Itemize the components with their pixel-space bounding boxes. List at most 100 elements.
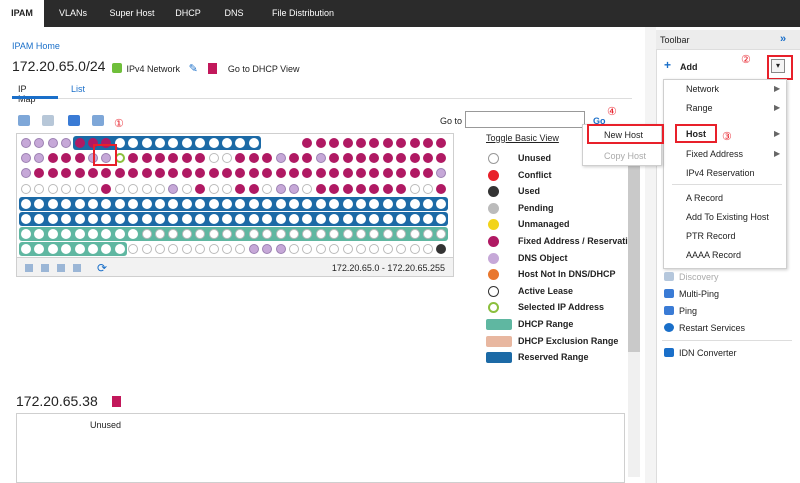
tab-list[interactable]: List xyxy=(71,84,85,94)
ip-address-dot[interactable] xyxy=(409,138,420,148)
ip-address-dot[interactable] xyxy=(168,183,179,194)
ip-address-dot[interactable] xyxy=(195,153,206,164)
ip-address-dot[interactable] xyxy=(195,183,206,194)
ip-address-dot[interactable] xyxy=(382,229,393,240)
ip-address-dot[interactable] xyxy=(74,244,85,255)
ip-address-dot[interactable] xyxy=(74,153,85,164)
ip-address-dot[interactable] xyxy=(289,138,299,148)
ip-address-dot[interactable] xyxy=(141,138,152,148)
ip-address-dot[interactable] xyxy=(47,153,58,164)
menu-fixed-address[interactable]: Fixed Address xyxy=(686,149,743,159)
ip-address-dot[interactable] xyxy=(275,198,286,209)
ip-address-dot[interactable] xyxy=(74,214,85,224)
ip-address-dot[interactable] xyxy=(262,153,273,164)
ip-address-dot[interactable] xyxy=(141,153,152,164)
ip-address-dot[interactable] xyxy=(21,198,31,209)
ip-address-dot[interactable] xyxy=(88,214,98,224)
ip-address-dot[interactable] xyxy=(342,198,353,209)
ip-address-dot[interactable] xyxy=(356,138,366,148)
ip-address-dot[interactable] xyxy=(47,214,58,224)
ip-address-dot[interactable] xyxy=(423,198,433,209)
ip-address-dot[interactable] xyxy=(289,153,299,164)
delete-icon[interactable] xyxy=(92,115,104,126)
ip-address-dot[interactable] xyxy=(436,244,447,255)
ip-address-dot[interactable] xyxy=(423,153,433,164)
ip-address-dot[interactable] xyxy=(222,153,232,164)
ip-address-dot[interactable] xyxy=(181,168,192,179)
ip-address-dot[interactable] xyxy=(409,183,420,194)
ip-address-dot[interactable] xyxy=(396,138,407,148)
ip-address-dot[interactable] xyxy=(181,198,192,209)
ip-address-dot[interactable] xyxy=(342,183,353,194)
ip-address-dot[interactable] xyxy=(155,198,165,209)
ip-address-dot[interactable] xyxy=(208,138,219,148)
ip-address-dot[interactable] xyxy=(369,153,380,164)
ip-address-dot[interactable] xyxy=(114,168,125,179)
tab-ipam[interactable]: IPAM xyxy=(0,0,44,27)
ip-address-dot[interactable] xyxy=(275,168,286,179)
ip-address-dot[interactable] xyxy=(396,168,407,179)
ip-address-dot[interactable] xyxy=(369,168,380,179)
toolbar-multi-ping[interactable]: Multi-Ping xyxy=(664,289,719,299)
ip-address-dot[interactable] xyxy=(302,168,313,179)
ip-address-dot[interactable] xyxy=(155,214,165,224)
ip-address-dot[interactable] xyxy=(342,168,353,179)
breadcrumb[interactable]: IPAM Home xyxy=(12,41,60,51)
ip-address-dot[interactable] xyxy=(369,138,380,148)
ip-address-dot[interactable] xyxy=(409,244,420,255)
toolbar-discovery[interactable]: Discovery xyxy=(664,272,719,282)
tab-dhcp[interactable]: DHCP xyxy=(166,0,210,27)
ip-address-dot[interactable] xyxy=(396,153,407,164)
ip-address-dot[interactable] xyxy=(181,153,192,164)
ip-address-dot[interactable] xyxy=(315,138,326,148)
ip-address-dot[interactable] xyxy=(181,183,192,194)
ip-address-dot[interactable] xyxy=(101,183,112,194)
ip-address-dot[interactable] xyxy=(47,138,58,148)
ip-address-dot[interactable] xyxy=(114,183,125,194)
ip-address-dot[interactable] xyxy=(208,168,219,179)
ip-address-dot[interactable] xyxy=(155,183,165,194)
ip-address-dot[interactable] xyxy=(155,153,165,164)
ip-address-dot[interactable] xyxy=(181,229,192,240)
tab-super-host[interactable]: Super Host xyxy=(100,0,164,27)
ip-address-dot[interactable] xyxy=(315,153,326,164)
ip-address-dot[interactable] xyxy=(222,168,232,179)
ip-address-dot[interactable] xyxy=(74,138,85,148)
comment-icon[interactable] xyxy=(68,115,80,126)
ip-address-dot[interactable] xyxy=(222,138,232,148)
ip-address-dot[interactable] xyxy=(423,168,433,179)
dhcp-view-link[interactable]: Go to DHCP View xyxy=(228,64,300,74)
ip-address-dot[interactable] xyxy=(329,138,340,148)
tab-ip-map[interactable]: IP Map xyxy=(18,84,36,104)
edit-pencil-icon[interactable]: ✎ xyxy=(189,62,198,75)
ip-address-dot[interactable] xyxy=(289,244,299,255)
ip-address-dot[interactable] xyxy=(47,229,58,240)
ip-address-dot[interactable] xyxy=(262,244,273,255)
copy-icon[interactable] xyxy=(18,115,30,126)
ip-address-dot[interactable] xyxy=(409,168,420,179)
ip-address-dot[interactable] xyxy=(342,138,353,148)
ip-address-dot[interactable] xyxy=(141,198,152,209)
ip-address-dot[interactable] xyxy=(208,153,219,164)
ip-address-dot[interactable] xyxy=(61,198,72,209)
ip-address-dot[interactable] xyxy=(329,244,340,255)
ip-address-dot[interactable] xyxy=(423,214,433,224)
ip-address-dot[interactable] xyxy=(409,229,420,240)
ip-address-dot[interactable] xyxy=(128,198,139,209)
ip-address-dot[interactable] xyxy=(329,168,340,179)
ip-address-dot[interactable] xyxy=(128,244,139,255)
first-page-icon[interactable] xyxy=(25,264,33,272)
menu-ptr-record[interactable]: PTR Record xyxy=(686,231,736,241)
tab-vlans[interactable]: VLANs xyxy=(48,0,98,27)
ip-address-dot[interactable] xyxy=(382,168,393,179)
ip-address-dot[interactable] xyxy=(248,138,259,148)
tab-dns[interactable]: DNS xyxy=(212,0,256,27)
ip-address-dot[interactable] xyxy=(74,183,85,194)
ip-address-dot[interactable] xyxy=(342,229,353,240)
ip-address-dot[interactable] xyxy=(382,153,393,164)
ip-address-dot[interactable] xyxy=(235,153,246,164)
ip-address-dot[interactable] xyxy=(74,168,85,179)
ip-address-dot[interactable] xyxy=(356,183,366,194)
ip-address-dot[interactable] xyxy=(302,138,313,148)
ip-address-dot[interactable] xyxy=(222,198,232,209)
